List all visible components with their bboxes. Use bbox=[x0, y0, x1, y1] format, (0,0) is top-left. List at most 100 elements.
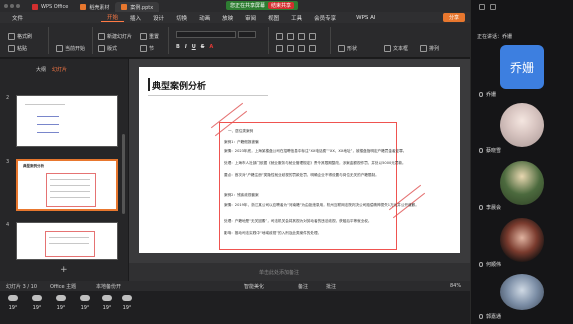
add-slide-icon[interactable]: + bbox=[60, 265, 68, 275]
thumb-line bbox=[25, 104, 65, 105]
font-size-select[interactable] bbox=[238, 31, 256, 38]
thumb-textbox bbox=[45, 231, 95, 257]
font-controls[interactable] bbox=[176, 31, 256, 38]
avatar[interactable] bbox=[500, 274, 544, 310]
avatar[interactable] bbox=[500, 103, 544, 147]
slide-thumbnail-2[interactable] bbox=[16, 95, 118, 147]
zoom-level[interactable]: 84% bbox=[450, 283, 461, 289]
mic-icon bbox=[479, 262, 483, 267]
stop-share-button[interactable]: 结束共享 bbox=[268, 2, 295, 9]
from-current-button[interactable]: 当前开始 bbox=[56, 45, 85, 52]
menu-file[interactable]: 文件 bbox=[6, 14, 29, 22]
pptx-icon bbox=[121, 4, 128, 10]
align-right-icon[interactable] bbox=[298, 45, 305, 52]
justify-icon[interactable] bbox=[309, 45, 316, 52]
avatar[interactable] bbox=[500, 161, 544, 205]
case-text-box[interactable]: 一、居住类案例 案例1：户籍假报被骗 案情：2023年底，上海某楼盘公司在招聘信… bbox=[219, 122, 419, 250]
share-button[interactable]: 分享 bbox=[443, 13, 465, 22]
menu-transition[interactable]: 切换 bbox=[170, 14, 193, 22]
avatar[interactable]: 乔姗 bbox=[500, 45, 544, 89]
thumb-line bbox=[37, 124, 59, 125]
layout-button[interactable]: 版式 bbox=[98, 45, 117, 52]
panel-scrollbar[interactable] bbox=[122, 134, 125, 214]
text-line: 处理：上海市人社部门依据《就业服务与就业管理规定》责令其限期整改，涉案金额视作罚… bbox=[224, 161, 406, 165]
weather-strip: 19° 19° 19° 19° 19° 19° bbox=[0, 291, 470, 324]
menu-tools[interactable]: 工具 bbox=[285, 14, 308, 22]
participant-name: 何顺伟 bbox=[479, 261, 569, 268]
theme-name[interactable]: Office 主题 bbox=[50, 283, 76, 290]
bold-icon[interactable]: B bbox=[176, 44, 180, 50]
ribbon-toolbar: 格式刷 粘贴 当前开始 新建幻灯片 版式 重置 节 B I U S A 文本框 … bbox=[0, 23, 470, 58]
numbered-list-icon[interactable] bbox=[287, 33, 294, 40]
notes-toggle[interactable]: 备注 bbox=[298, 283, 308, 290]
mic-icon bbox=[479, 205, 483, 210]
new-slide-button[interactable]: 新建幻灯片 bbox=[98, 33, 132, 40]
slide-title[interactable]: 典型案例分析 bbox=[152, 79, 206, 92]
bullet-list-icon[interactable] bbox=[276, 33, 283, 40]
menu-member[interactable]: 会员专享 bbox=[308, 14, 342, 22]
weather-item: 19° bbox=[118, 295, 136, 311]
format-painter-button[interactable]: 格式刷 bbox=[8, 33, 32, 40]
text-line: 案情：2019年，浙江某公司以应聘者为“河南籍”为由拒绝录用，杭州互联网法院判决… bbox=[224, 203, 419, 207]
menu-slideshow[interactable]: 放映 bbox=[216, 14, 239, 22]
section-label: 节 bbox=[149, 46, 155, 52]
tab-wps-office[interactable]: WPS Office bbox=[26, 2, 74, 12]
layout-icon[interactable] bbox=[479, 4, 485, 10]
reset-button[interactable]: 重置 bbox=[140, 33, 159, 40]
expand-icon[interactable] bbox=[490, 4, 496, 10]
paste-button[interactable]: 粘贴 bbox=[8, 45, 27, 52]
font-family-select[interactable] bbox=[176, 31, 236, 38]
arrange-icon bbox=[420, 45, 427, 52]
align-controls[interactable] bbox=[276, 45, 316, 52]
menu-design[interactable]: 设计 bbox=[147, 14, 170, 22]
title-accent-bar bbox=[148, 78, 150, 91]
tab-daoke[interactable]: 稻壳素材 bbox=[74, 2, 115, 12]
cloud-icon bbox=[80, 295, 90, 301]
tab-slides[interactable]: 幻灯片 bbox=[52, 66, 67, 73]
text-line: 案例1：户籍假报被骗 bbox=[224, 140, 259, 144]
font-color-icon[interactable]: A bbox=[209, 44, 213, 50]
line-spacing-icon[interactable] bbox=[309, 33, 316, 40]
strikethrough-icon[interactable]: S bbox=[201, 44, 205, 50]
align-left-icon[interactable] bbox=[276, 45, 283, 52]
cloud-icon bbox=[32, 295, 42, 301]
menu-view[interactable]: 视图 bbox=[262, 14, 285, 22]
underline-icon[interactable]: U bbox=[192, 44, 196, 50]
avatar[interactable] bbox=[500, 218, 544, 262]
text-line: 案情：2023年底，上海某楼盘公司在招聘信息中标注“XX电话费”“XX、XX地址… bbox=[224, 149, 407, 153]
section-button[interactable]: 节 bbox=[140, 45, 154, 52]
tab-outline[interactable]: 大纲 bbox=[36, 66, 46, 73]
toolbar-divider bbox=[48, 27, 49, 54]
tab-pptx[interactable]: 案例.pptx bbox=[115, 2, 160, 12]
shapes-button[interactable]: 形状 bbox=[338, 45, 357, 52]
shapes-icon bbox=[338, 45, 345, 52]
text-line: 要点：首次对“户籍注册”类隐性就业歧视的罚款处罚，明确企业不得设置与岗位无关的户… bbox=[224, 173, 379, 177]
brush-icon bbox=[8, 33, 15, 40]
current-slide[interactable]: 典型案例分析 一、居住类案例 案例1：户籍假报被骗 案情：2023年底，上海某楼… bbox=[139, 67, 460, 253]
slide-thumbnail-3[interactable]: 典型案例分析 bbox=[16, 159, 118, 211]
notes-area[interactable]: 单击此处添加备注 bbox=[129, 263, 470, 281]
thumb-line bbox=[49, 237, 89, 238]
arrange-button[interactable]: 排列 bbox=[420, 45, 439, 52]
align-center-icon[interactable] bbox=[287, 45, 294, 52]
weather-item: 19° bbox=[52, 295, 70, 311]
menu-insert[interactable]: 插入 bbox=[124, 14, 147, 22]
share-notice-text: 您正在共享屏幕 bbox=[230, 3, 266, 9]
text-line: 影响：推动司法实践中“地域歧视”的入刑及此类案件的处理。 bbox=[224, 231, 322, 235]
menu-review[interactable]: 审阅 bbox=[239, 14, 262, 22]
italic-icon[interactable]: I bbox=[185, 44, 187, 50]
text-box-button[interactable]: 文本框 bbox=[384, 45, 408, 52]
slide-thumbnail-4[interactable] bbox=[16, 222, 118, 260]
indent-icon[interactable] bbox=[298, 33, 305, 40]
cloud-backup[interactable]: 本地备份开 bbox=[96, 283, 121, 290]
menu-home[interactable]: 开始 bbox=[101, 13, 125, 22]
thumb-line bbox=[50, 191, 90, 192]
smart-beautify-button[interactable]: 智能美化 bbox=[244, 283, 264, 290]
comments-toggle[interactable]: 批注 bbox=[326, 283, 336, 290]
participant-name: 李晨会 bbox=[479, 204, 569, 211]
window-controls[interactable] bbox=[4, 4, 20, 8]
menu-wps-ai[interactable]: WPS AI bbox=[350, 15, 381, 21]
from-current-label: 当前开始 bbox=[65, 46, 86, 52]
paragraph-controls[interactable] bbox=[276, 33, 316, 40]
menu-animation[interactable]: 动画 bbox=[193, 14, 216, 22]
